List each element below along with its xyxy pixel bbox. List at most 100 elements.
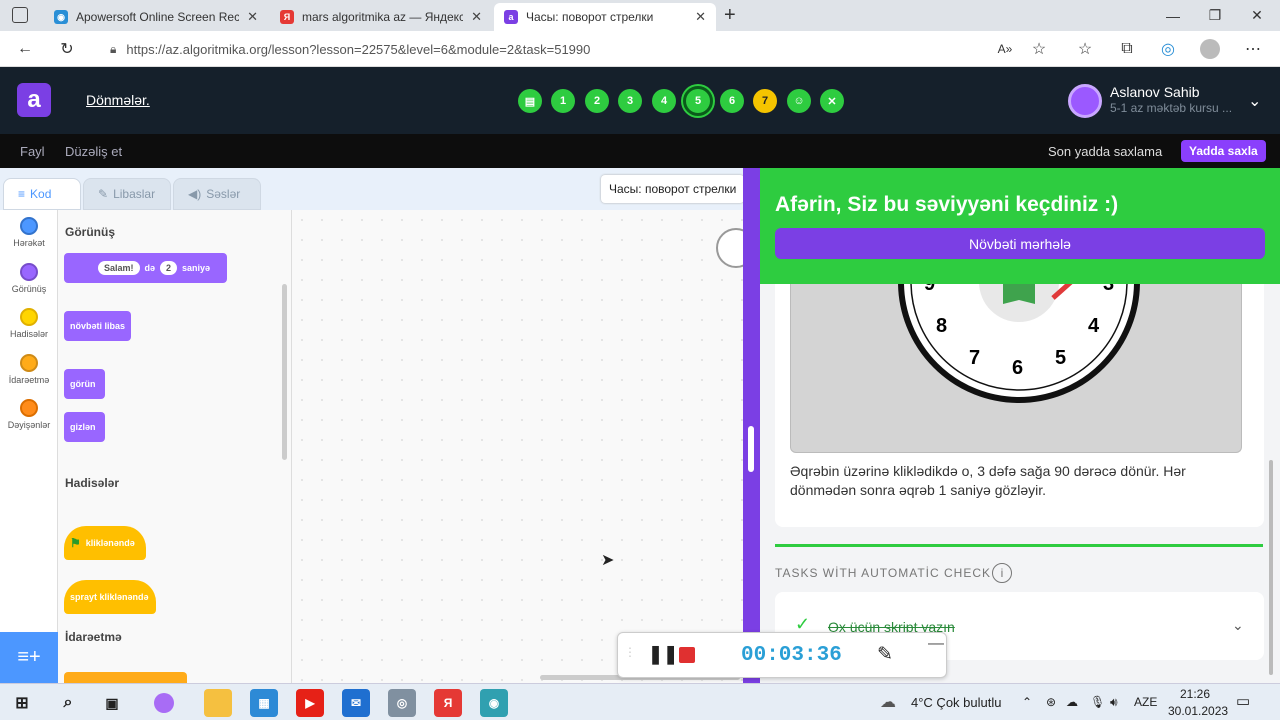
close-icon[interactable]: ✕ bbox=[247, 9, 258, 25]
category-variables[interactable]: Dəyişənlər bbox=[0, 399, 58, 430]
photos-icon[interactable]: ◎ bbox=[388, 689, 416, 717]
panel-divider[interactable] bbox=[743, 168, 760, 683]
tray-chevron-icon[interactable]: ⌃ bbox=[1022, 695, 1032, 709]
block-control-partial[interactable] bbox=[64, 672, 187, 683]
add-extension-button[interactable]: ≡+ bbox=[0, 632, 58, 683]
stop-icon[interactable] bbox=[679, 647, 695, 663]
youtube-icon[interactable]: ▶ bbox=[296, 689, 324, 717]
success-title: Afərin, Siz bu səviyyəni keçdiniz :) bbox=[775, 193, 1119, 216]
step-smile-icon[interactable]: ☺ bbox=[787, 89, 811, 113]
new-tab-icon[interactable]: + bbox=[724, 4, 736, 27]
minimize-icon[interactable]: — bbox=[1150, 0, 1196, 31]
notifications-icon[interactable]: ▭ bbox=[1236, 692, 1250, 710]
add-favorite-icon[interactable]: ☆ bbox=[1028, 38, 1050, 60]
step-5[interactable]: 5 bbox=[683, 86, 713, 116]
maximize-icon[interactable]: ❐ bbox=[1192, 0, 1238, 31]
pause-icon[interactable]: ❚❚ bbox=[648, 644, 678, 665]
say-text-input[interactable]: Salam! bbox=[98, 261, 140, 275]
block-when-flag-clicked[interactable]: ⚑ kliklənəndə bbox=[64, 526, 146, 560]
browser-tab-clock[interactable]: a Часы: поворот стрелки ✕ bbox=[494, 3, 716, 31]
weather-text[interactable]: 4°C Çok bulutlu bbox=[911, 695, 1001, 710]
cloud-icon[interactable]: ☁ bbox=[1066, 695, 1078, 709]
back-icon[interactable]: ← bbox=[14, 38, 36, 60]
network-icon[interactable]: ⊛ bbox=[1046, 695, 1056, 709]
block-label: gizlən bbox=[70, 422, 96, 432]
tab-sounds[interactable]: ◀) Səslər bbox=[173, 178, 261, 210]
more-menu-icon[interactable]: ⋯ bbox=[1242, 38, 1264, 60]
task-view-icon[interactable]: ▣ bbox=[98, 689, 126, 717]
clock-number-4: 4 bbox=[1088, 315, 1100, 337]
stage-preview[interactable]: 9 3 8 4 7 6 5 bbox=[790, 284, 1242, 453]
lesson-title[interactable]: Dönmələr. bbox=[86, 92, 150, 108]
mail-icon[interactable]: ✉ bbox=[342, 689, 370, 717]
chevron-down-icon[interactable]: ⌄ bbox=[1232, 617, 1244, 634]
yandex-browser-icon[interactable]: Я bbox=[434, 689, 462, 717]
step-3[interactable]: 3 bbox=[618, 89, 642, 113]
tab-costumes[interactable]: ✎ Libaslar bbox=[83, 178, 171, 210]
category-looks[interactable]: Görünüş bbox=[0, 263, 58, 294]
browser-tab-apowersoft[interactable]: ◉ Apowersoft Online Screen Recor ✕ bbox=[44, 3, 268, 31]
close-icon[interactable]: ✕ bbox=[695, 9, 706, 25]
avatar[interactable] bbox=[1068, 84, 1102, 118]
reload-icon[interactable]: ↻ bbox=[56, 38, 78, 60]
drag-handle-icon[interactable]: ⋮ bbox=[624, 645, 636, 659]
block-label: görün bbox=[70, 379, 96, 389]
next-stage-button[interactable]: Növbəti mərhələ bbox=[775, 228, 1265, 259]
profile-icon[interactable] bbox=[1199, 38, 1221, 60]
step-2[interactable]: 2 bbox=[585, 89, 609, 113]
search-icon[interactable]: ⌕ bbox=[54, 689, 82, 717]
category-control[interactable]: İdarəetmə bbox=[0, 354, 58, 385]
collections-icon[interactable]: ⧉ bbox=[1116, 38, 1138, 60]
favorites-icon[interactable]: ☆ bbox=[1074, 38, 1096, 60]
block-show[interactable]: görün bbox=[64, 369, 105, 399]
panel-scrollbar[interactable] bbox=[1269, 460, 1273, 675]
step-notes-icon[interactable]: ▤ bbox=[518, 89, 542, 113]
palette-scrollbar[interactable] bbox=[282, 284, 287, 460]
category-motion[interactable]: Hərəkət bbox=[0, 217, 58, 248]
mic-icon[interactable]: 🎙︎ bbox=[1090, 695, 1105, 709]
recording-timer: 00:03:36 bbox=[741, 644, 842, 667]
recorder-app-icon[interactable]: ◉ bbox=[480, 689, 508, 717]
tab-code[interactable]: ≡ Kod bbox=[3, 178, 81, 210]
block-next-costume[interactable]: növbəti libas bbox=[64, 311, 131, 341]
info-icon[interactable]: i bbox=[992, 563, 1012, 583]
step-4[interactable]: 4 bbox=[652, 89, 676, 113]
clock-time[interactable]: 21:26 bbox=[1180, 687, 1210, 701]
language-indicator[interactable]: AZE bbox=[1134, 695, 1157, 709]
category-dot bbox=[20, 308, 38, 326]
file-explorer-icon[interactable] bbox=[204, 689, 232, 717]
last-saved-text: Son yadda saxlama bbox=[1048, 144, 1163, 159]
window-close-icon[interactable]: ✕ bbox=[1234, 0, 1280, 31]
category-events[interactable]: Hadisələr bbox=[0, 308, 58, 339]
divider-handle[interactable] bbox=[748, 426, 754, 472]
tab-actions-icon[interactable] bbox=[12, 7, 28, 23]
chevron-down-icon[interactable]: ⌄ bbox=[1248, 91, 1261, 111]
script-workspace[interactable]: ➤ bbox=[292, 210, 756, 683]
step-expand-icon[interactable]: ✕ bbox=[820, 89, 844, 113]
assistant-icon[interactable] bbox=[150, 689, 178, 717]
url-field[interactable]: 🔒︎ https://az.algoritmika.org/lesson?les… bbox=[96, 35, 1066, 63]
step-7[interactable]: 7 bbox=[753, 89, 777, 113]
store-icon[interactable]: ▦ bbox=[250, 689, 278, 717]
menu-edit[interactable]: Düzəliş et bbox=[65, 144, 122, 159]
windows-start-icon[interactable]: ⊞ bbox=[8, 689, 36, 717]
close-icon[interactable]: ✕ bbox=[471, 9, 482, 25]
step-6[interactable]: 6 bbox=[720, 89, 744, 113]
block-label: sprayt kliklənəndə bbox=[70, 592, 149, 602]
block-when-sprite-clicked[interactable]: sprayt kliklənəndə bbox=[64, 580, 156, 614]
edit-icon[interactable]: ✎ bbox=[877, 643, 893, 666]
browser-tab-yandex[interactable]: Я mars algoritmika az — Яндекс: н ✕ bbox=[270, 3, 492, 31]
algoritmika-logo[interactable]: a bbox=[17, 83, 51, 117]
save-button[interactable]: Yadda saxla bbox=[1181, 140, 1266, 162]
step-1[interactable]: 1 bbox=[551, 89, 575, 113]
block-say-for-secs[interactable]: Salam! də 2 saniyə bbox=[64, 253, 227, 283]
block-hide[interactable]: gizlən bbox=[64, 412, 105, 442]
apowersoft-icon: ◉ bbox=[54, 10, 68, 24]
menu-file[interactable]: Fayl bbox=[20, 144, 45, 159]
clock-date[interactable]: 30.01.2023 bbox=[1168, 704, 1228, 718]
read-aloud-icon[interactable]: A» bbox=[994, 38, 1016, 60]
volume-icon[interactable]: 🔊︎ bbox=[1110, 695, 1118, 710]
say-seconds-input[interactable]: 2 bbox=[160, 261, 178, 275]
extension-icon[interactable]: ◎ bbox=[1157, 38, 1179, 60]
minimize-recorder-icon[interactable]: — bbox=[928, 635, 944, 653]
